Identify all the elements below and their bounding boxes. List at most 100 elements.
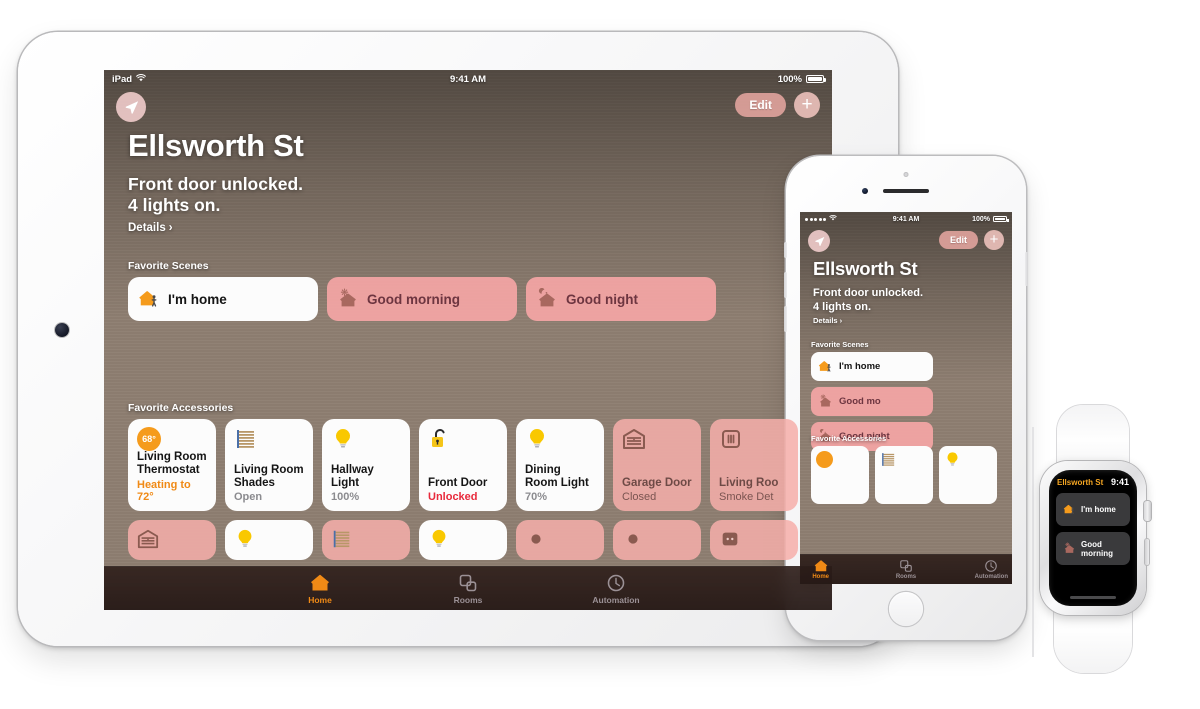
scene-label: I'm home (168, 291, 227, 307)
location-arrow-icon[interactable] (808, 230, 830, 252)
watch-scroll-indicator[interactable] (1070, 596, 1116, 599)
apple-watch-device: Ellsworth St 9:41 I'm home Good morning (1030, 405, 1156, 673)
tab-label: Home (308, 594, 332, 605)
scene-tile[interactable]: I'm home (128, 277, 318, 321)
accessory-tile[interactable]: Garage Door Closed (613, 419, 701, 511)
accessory-status: 100% (331, 491, 360, 504)
accessory-name: Living Room Thermostat (137, 451, 207, 477)
house-moon-icon (536, 288, 558, 310)
house-icon (310, 573, 330, 593)
ipad-home-button[interactable] (55, 323, 69, 337)
tab-label: Automation (974, 574, 1008, 580)
bulb-icon (331, 427, 355, 451)
scene-tile[interactable]: I'm home (811, 352, 933, 381)
accessory-tile[interactable] (613, 520, 701, 560)
accessory-tile[interactable]: Front Door Unlocked (419, 419, 507, 511)
scene-tile[interactable]: Good morning (327, 277, 517, 321)
favorite-accessories-grid: 68° Living Room Thermostat Heating to 72° L… (128, 419, 828, 511)
battery-icon (993, 216, 1009, 222)
battery-icon (806, 75, 826, 83)
accessory-tile[interactable] (939, 446, 997, 504)
accessory-name: Living Roo (719, 476, 779, 489)
accessory-tile[interactable] (875, 446, 933, 504)
house-person-icon (818, 359, 833, 374)
edit-button[interactable]: Edit (735, 93, 786, 117)
chevron-right-icon: › (839, 316, 843, 325)
mute-switch[interactable] (784, 242, 787, 258)
scene-tile[interactable]: I'm home (1056, 493, 1130, 526)
tab-label: Automation (592, 594, 640, 605)
scene-label: Good mo (839, 396, 881, 407)
status-time: 9:41 AM (449, 73, 487, 85)
location-arrow-icon[interactable] (116, 92, 146, 122)
accessory-tile[interactable]: Hallway Light 100% (322, 419, 410, 511)
digital-crown[interactable] (1144, 501, 1151, 521)
tab-rooms[interactable]: Rooms (433, 573, 503, 605)
accessory-tile[interactable]: 68° Living Room Thermostat Heating to 72° (128, 419, 216, 511)
clock-icon (984, 559, 998, 573)
blinds-icon (331, 528, 353, 550)
add-button[interactable]: + (794, 92, 820, 118)
accessory-tile[interactable]: Dining Room Light 70% (516, 419, 604, 511)
iphone-screen: 9:41 AM 100% Edit + Ellsworth St Front d… (800, 212, 1012, 584)
power-button[interactable] (1025, 252, 1028, 286)
watch-side-button[interactable] (1145, 539, 1149, 565)
tab-home[interactable]: Home (285, 573, 355, 605)
earpiece-speaker (883, 189, 929, 193)
status-line-2: 4 lights on. (813, 301, 872, 314)
scene-tile[interactable]: Good morning (1056, 532, 1130, 565)
bulb-icon (944, 451, 961, 468)
accessory-tile[interactable] (710, 520, 798, 560)
tab-home[interactable]: Home (800, 559, 841, 580)
add-button[interactable]: + (984, 230, 1004, 250)
edit-button[interactable]: Edit (939, 231, 978, 249)
bulb-icon (234, 528, 256, 550)
ipad-tab-bar: Home Rooms Automation (104, 566, 832, 610)
accessory-tile[interactable]: Living Room Shades Open (225, 419, 313, 511)
scene-tile[interactable]: Good mo (811, 387, 933, 416)
carrier-label: iPad (112, 73, 133, 85)
details-link[interactable]: Details › (813, 316, 842, 325)
sensor-icon (525, 528, 547, 550)
tab-label: Rooms (453, 594, 483, 605)
tab-automation[interactable]: Automation (581, 573, 651, 605)
scene-label: Good night (566, 291, 638, 307)
rooms-icon (458, 573, 478, 593)
accessory-tile[interactable]: Living Roo Smoke Det (710, 419, 798, 511)
scene-tile[interactable]: Good night (526, 277, 716, 321)
accessory-tile[interactable] (225, 520, 313, 560)
thermostat-icon (816, 451, 833, 468)
watch-scene-list: I'm home Good morning (1049, 487, 1137, 565)
favorite-scenes-grid: I'm home Good morning Good night (128, 277, 818, 321)
thermostat-icon: 68° (137, 427, 161, 451)
accessory-tile[interactable] (811, 446, 869, 504)
accessory-name: Living Room Shades (234, 463, 304, 489)
accessory-tile[interactable] (322, 520, 410, 560)
clock-icon (606, 573, 626, 593)
status-line-2: 4 lights on. (128, 195, 221, 216)
watch-case: Ellsworth St 9:41 I'm home Good morning (1040, 461, 1151, 615)
watch-time: 9:41 (1110, 477, 1129, 487)
accessory-status: Closed (622, 491, 657, 504)
blinds-icon (880, 451, 897, 468)
page-title: Ellsworth St (128, 128, 304, 163)
favorite-scenes-label: Favorite Scenes (128, 260, 209, 272)
house-person-icon (1063, 503, 1076, 516)
garage-door-icon (137, 528, 159, 550)
screenshot-canvas: iPad 9:41 AM 100% Edit + Ellsworth St Fr… (0, 0, 1200, 709)
tab-rooms[interactable]: Rooms (885, 559, 926, 580)
scene-label: I'm home (839, 361, 881, 372)
details-link[interactable]: Details › (128, 222, 173, 234)
favorite-accessories-grid (811, 446, 1011, 504)
iphone-home-button[interactable] (889, 592, 923, 626)
tab-automation[interactable]: Automation (971, 559, 1012, 580)
accessory-status: 70% (525, 491, 548, 504)
watch-home-name: Ellsworth St (1057, 477, 1104, 487)
ipad-screen: iPad 9:41 AM 100% Edit + Ellsworth St Fr… (104, 70, 832, 610)
iphone-status-bar: 9:41 AM 100% (800, 212, 1012, 226)
accessory-tile[interactable] (419, 520, 507, 560)
favorite-accessories-section: Favorite Accessories (811, 434, 1011, 504)
garage-door-icon (622, 427, 646, 451)
accessory-tile[interactable] (128, 520, 216, 560)
accessory-tile[interactable] (516, 520, 604, 560)
